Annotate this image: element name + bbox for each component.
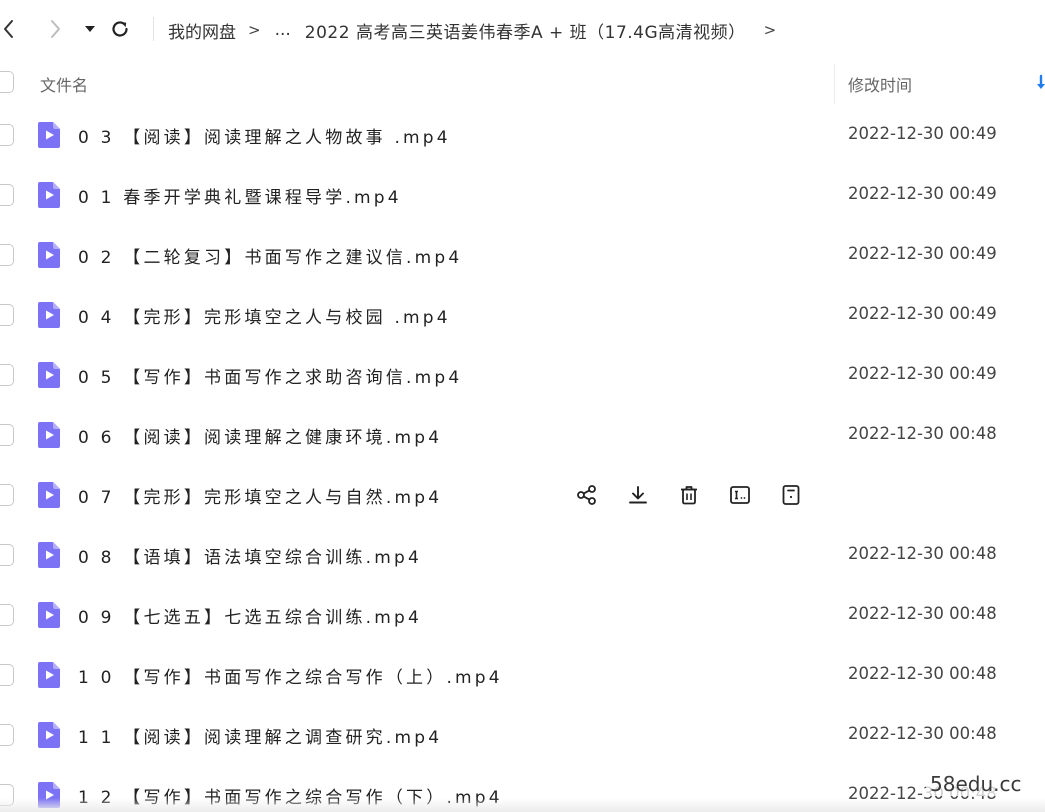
video-file-icon	[38, 302, 60, 328]
video-file-icon	[38, 662, 60, 688]
file-modified-time: 2022-12-30 00:48	[848, 424, 997, 443]
rename-button[interactable]	[727, 482, 753, 508]
file-row-hovered[interactable]: 0 7 【完形】完形填空之人与自然.mp4	[0, 465, 1045, 525]
row-checkbox[interactable]	[0, 484, 14, 506]
file-name[interactable]: 1 1 【阅读】阅读理解之调查研究.mp4	[78, 723, 442, 748]
breadcrumb-separator: >	[763, 21, 777, 39]
file-name[interactable]: 0 8 【语填】语法填空综合训练.mp4	[78, 543, 422, 568]
file-row[interactable]: 0 9 【七选五】七选五综合训练.mp4 2022-12-30 00:48	[0, 585, 1045, 645]
select-all-checkbox[interactable]	[0, 71, 14, 93]
file-name[interactable]: 0 2 【二轮复习】书面写作之建议信.mp4	[78, 243, 462, 268]
file-name[interactable]: 0 4 【完形】完形填空之人与校园 .mp4	[78, 303, 451, 328]
chevron-left-icon	[4, 20, 13, 38]
file-name[interactable]: 0 1 春季开学典礼暨课程导学.mp4	[78, 183, 402, 208]
file-list: 0 3 【阅读】阅读理解之人物故事 .mp4 2022-12-30 00:49 …	[0, 105, 1045, 812]
history-dropdown-button[interactable]	[75, 14, 105, 44]
share-button[interactable]	[574, 482, 600, 508]
navigation-bar: 我的网盘 > ... 2022 高考高三英语姜伟春季A + 班（17.4G高清视…	[0, 0, 1045, 58]
breadcrumb-root[interactable]: 我的网盘	[168, 18, 236, 43]
file-row[interactable]: 0 8 【语填】语法填空综合训练.mp4 2022-12-30 00:48	[0, 525, 1045, 585]
column-name-header[interactable]: 文件名	[40, 72, 88, 96]
bottom-scroll-fade	[0, 798, 1045, 812]
row-checkbox[interactable]	[0, 724, 14, 746]
file-row[interactable]: 1 0 【写作】书面写作之综合写作（上）.mp4 2022-12-30 00:4…	[0, 645, 1045, 705]
file-modified-time: 2022-12-30 00:48	[848, 544, 997, 563]
more-button[interactable]	[778, 482, 804, 508]
file-name[interactable]: 0 7 【完形】完形填空之人与自然.mp4	[78, 483, 442, 508]
file-name[interactable]: 1 0 【写作】书面写作之综合写作（上）.mp4	[78, 663, 503, 688]
file-row[interactable]: 1 1 【阅读】阅读理解之调查研究.mp4 2022-12-30 00:48	[0, 705, 1045, 765]
rename-icon	[730, 486, 750, 504]
file-modified-time: 2022-12-30 00:49	[848, 364, 997, 383]
file-manager-window: 我的网盘 > ... 2022 高考高三英语姜伟春季A + 班（17.4G高清视…	[0, 0, 1045, 812]
file-modified-time: 2022-12-30 00:48	[848, 604, 997, 623]
file-modified-time: 2022-12-30 00:49	[848, 184, 997, 203]
video-file-icon	[38, 422, 60, 448]
chevron-right-icon	[51, 20, 60, 38]
breadcrumb-ellipsis[interactable]: ...	[275, 20, 291, 40]
row-action-bar	[574, 482, 829, 508]
row-checkbox[interactable]	[0, 364, 14, 386]
file-row[interactable]: 0 6 【阅读】阅读理解之健康环境.mp4 2022-12-30 00:48	[0, 405, 1045, 465]
sort-arrow-icon[interactable]	[1036, 74, 1045, 92]
file-row[interactable]: 0 1 春季开学典礼暨课程导学.mp4 2022-12-30 00:49	[0, 165, 1045, 225]
download-icon	[629, 486, 647, 504]
delete-icon	[681, 486, 697, 505]
caret-down-icon	[85, 26, 95, 32]
breadcrumb-separator: >	[248, 21, 261, 39]
row-checkbox[interactable]	[0, 124, 14, 146]
file-name[interactable]: 0 9 【七选五】七选五综合训练.mp4	[78, 603, 422, 628]
row-checkbox[interactable]	[0, 304, 14, 326]
row-checkbox[interactable]	[0, 424, 14, 446]
video-file-icon	[38, 602, 60, 628]
file-modified-time: 2022-12-30 00:48	[848, 724, 997, 743]
file-name[interactable]: 0 3 【阅读】阅读理解之人物故事 .mp4	[78, 123, 451, 148]
file-modified-time: 2022-12-30 00:49	[848, 304, 997, 323]
share-icon	[577, 485, 596, 505]
file-row[interactable]: 0 2 【二轮复习】书面写作之建议信.mp4 2022-12-30 00:49	[0, 225, 1045, 285]
nav-divider	[153, 17, 154, 41]
video-file-icon	[38, 242, 60, 268]
video-file-icon	[38, 722, 60, 748]
video-file-icon	[38, 122, 60, 148]
video-file-icon	[38, 362, 60, 388]
row-checkbox[interactable]	[0, 604, 14, 626]
file-modified-time: 2022-12-30 00:49	[848, 244, 997, 263]
file-name[interactable]: 0 5 【写作】书面写作之求助咨询信.mp4	[78, 363, 462, 388]
watermark-text: 58edu.cc	[926, 772, 1026, 796]
file-row[interactable]: 0 3 【阅读】阅读理解之人物故事 .mp4 2022-12-30 00:49	[0, 105, 1045, 165]
back-button[interactable]	[0, 14, 24, 44]
column-header: 文件名 修改时间	[0, 60, 1045, 104]
file-row[interactable]: 0 4 【完形】完形填空之人与校园 .mp4 2022-12-30 00:49	[0, 285, 1045, 345]
row-checkbox[interactable]	[0, 184, 14, 206]
more-icon	[782, 485, 800, 505]
row-checkbox[interactable]	[0, 544, 14, 566]
refresh-button[interactable]	[105, 14, 135, 44]
download-button[interactable]	[625, 482, 651, 508]
file-modified-time: 2022-12-30 00:48	[848, 664, 997, 683]
delete-button[interactable]	[676, 482, 702, 508]
column-modified-header[interactable]: 修改时间	[848, 72, 912, 96]
video-file-icon	[38, 542, 60, 568]
video-file-icon	[38, 182, 60, 208]
file-row[interactable]: 0 5 【写作】书面写作之求助咨询信.mp4 2022-12-30 00:49	[0, 345, 1045, 405]
forward-button[interactable]	[40, 14, 70, 44]
breadcrumb-current[interactable]: 2022 高考高三英语姜伟春季A + 班（17.4G高清视频）	[305, 18, 746, 43]
video-file-icon	[38, 482, 60, 508]
file-name[interactable]: 0 6 【阅读】阅读理解之健康环境.mp4	[78, 423, 442, 448]
row-checkbox[interactable]	[0, 244, 14, 266]
file-modified-time: 2022-12-30 00:49	[848, 124, 997, 143]
refresh-icon	[112, 21, 128, 37]
column-divider[interactable]	[834, 64, 835, 104]
breadcrumb: 我的网盘 > ... 2022 高考高三英语姜伟春季A + 班（17.4G高清视…	[168, 15, 776, 45]
row-checkbox[interactable]	[0, 664, 14, 686]
